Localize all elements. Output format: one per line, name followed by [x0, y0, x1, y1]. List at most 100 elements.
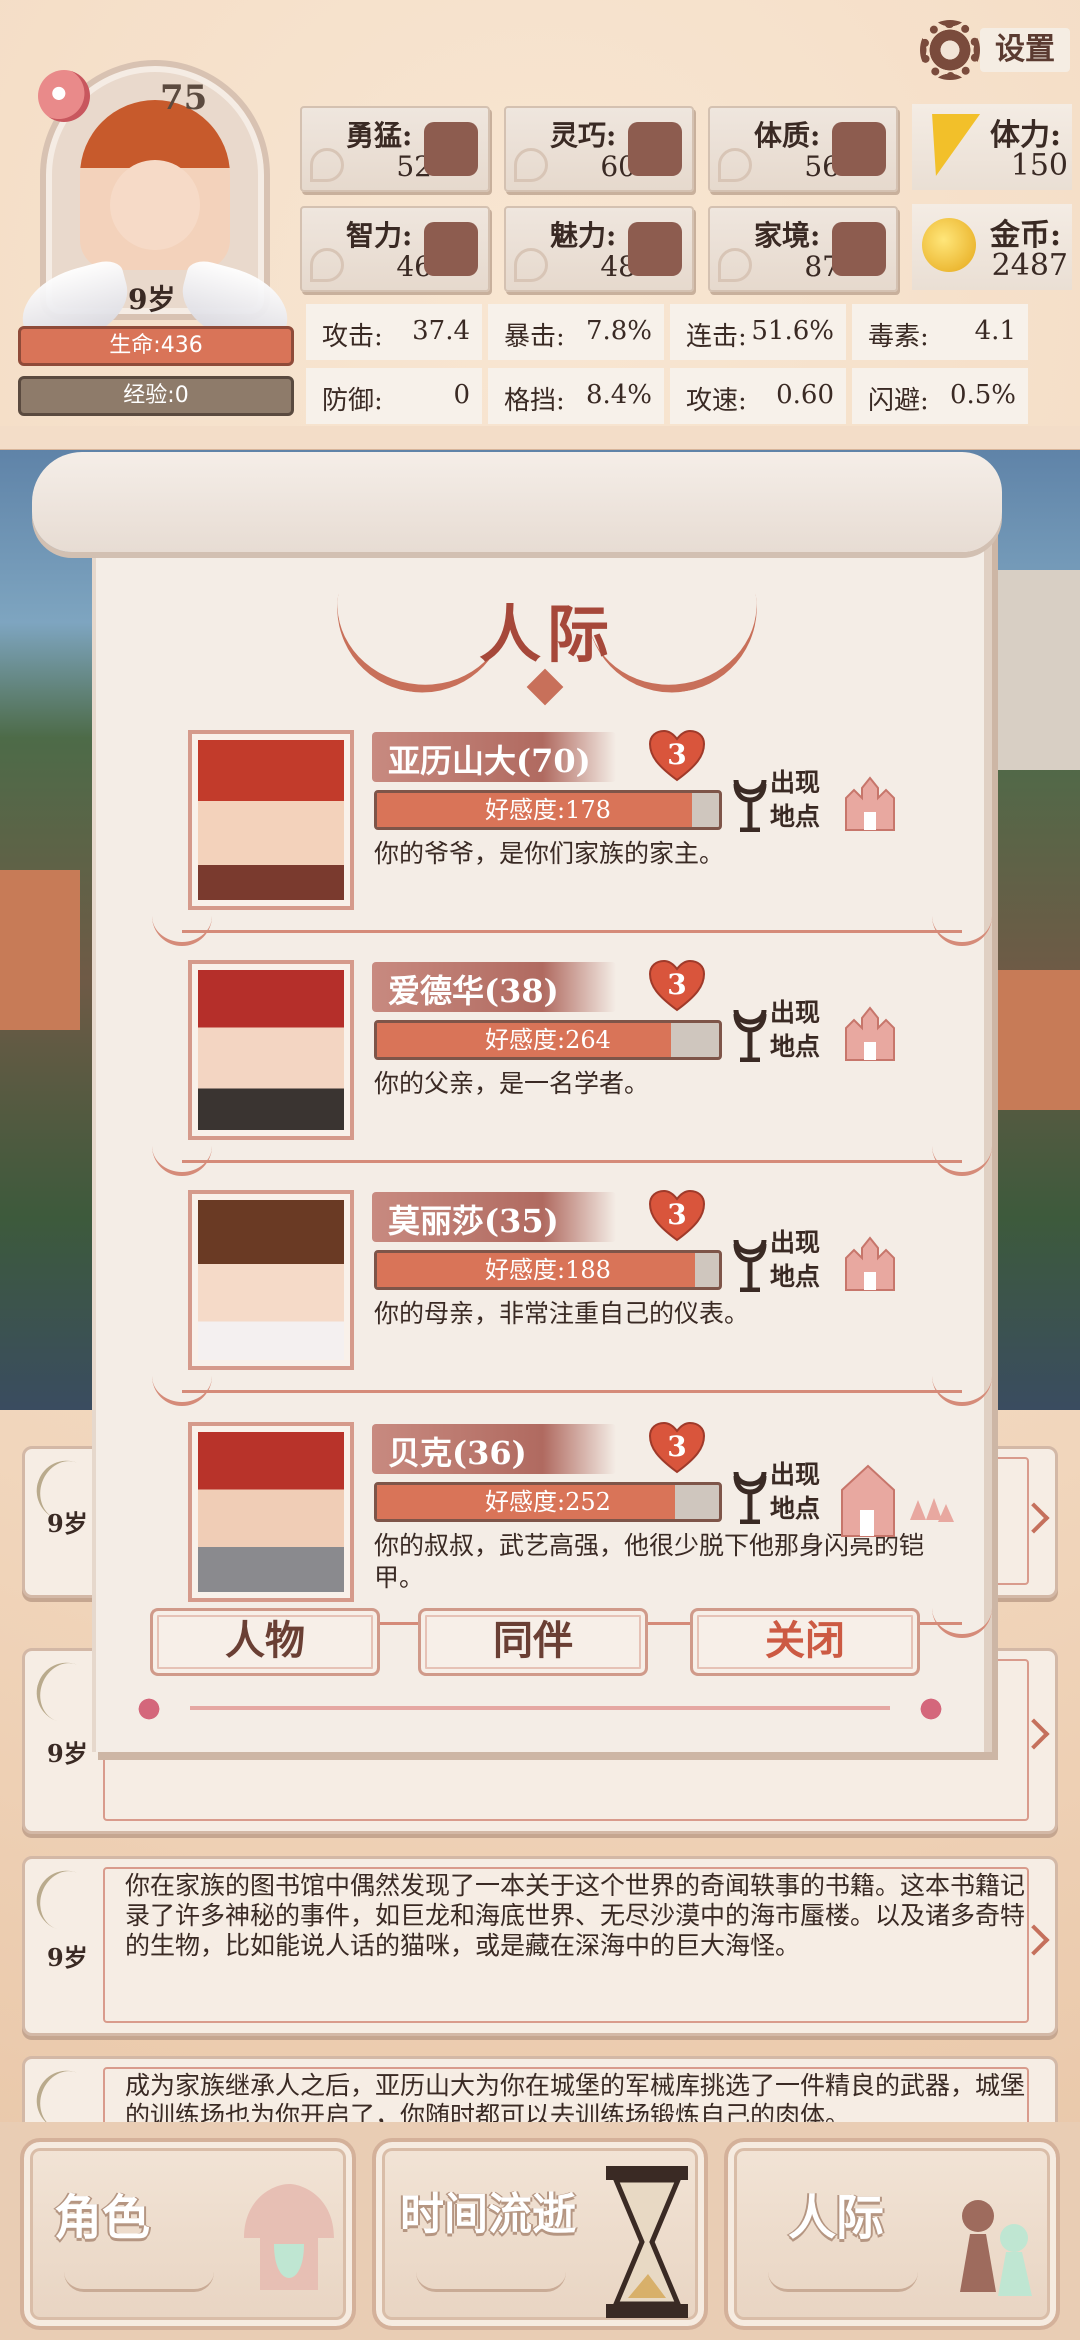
stat-intelligence[interactable]: 智力: 46 [300, 206, 490, 292]
combat-stat-value: 4.1 [974, 316, 1016, 346]
stat-name: 家境: [754, 219, 821, 252]
favor-text: 好感度:188 [485, 1256, 611, 1284]
location-label-line1: 出现 [770, 768, 821, 797]
character-name: 亚历山大(70) [388, 742, 591, 780]
combat-stat: 格挡: 8.4% [488, 368, 664, 424]
stat-value: 48 [600, 250, 636, 283]
heart-level: 3 [667, 968, 687, 1001]
player-age: 9岁 [128, 283, 176, 316]
stat-constitution[interactable]: 体质: 56 [708, 106, 898, 192]
favor-text: 好感度:178 [485, 796, 611, 824]
heart-level: 3 [667, 1198, 687, 1231]
combat-stat-value: 0.5% [949, 380, 1016, 410]
castle-icon[interactable] [842, 1004, 898, 1062]
resource-value: 150 [1010, 148, 1068, 183]
character-button[interactable]: 人物 [150, 1608, 380, 1676]
stat-name: 勇猛: [346, 119, 413, 152]
character-portrait [198, 740, 344, 900]
combat-stat-name: 防御: [322, 386, 383, 416]
combat-stats-grid: 攻击: 37.4 暴击: 7.8% 连击: 51.6% 毒素: 4.1 防御: 0 格挡:… [306, 304, 1080, 430]
settings-button[interactable]: 设置 [920, 20, 1070, 80]
combat-stat-value: 0.60 [776, 380, 834, 410]
location-pin-icon [733, 1471, 767, 1524]
combat-stat: 连击: 51.6% [670, 304, 846, 360]
entry-separator [152, 1146, 992, 1176]
stamina-display: 体力: 150 [911, 104, 1072, 190]
character-name: 贝克(36) [388, 1434, 527, 1472]
nav-character-button[interactable]: 角色 [20, 2138, 356, 2330]
player-level: 75 [160, 78, 208, 118]
heart-level: 3 [667, 1430, 687, 1463]
stat-charm[interactable]: 魅力: 48 [504, 206, 694, 292]
combat-stat-value: 8.4% [585, 380, 652, 410]
location-label: 出现 地点 [770, 1226, 830, 1294]
swirl-decoration [310, 248, 344, 282]
character-bust-icon [244, 2184, 334, 2290]
location-label-line1: 出现 [770, 1228, 821, 1257]
location-pin-icon [733, 779, 767, 832]
nav-relationships-button[interactable]: 人际 [724, 2138, 1060, 2330]
favor-bar: 好感度:188 [374, 1250, 722, 1290]
exp-bar: 经验:0 [18, 376, 294, 416]
combat-stat-name: 毒素: [868, 322, 929, 352]
separator-line [182, 1160, 962, 1163]
stat-bravery[interactable]: 勇猛: 52 [300, 106, 490, 192]
stat-agility[interactable]: 灵巧: 60 [504, 106, 694, 192]
heart-level: 3 [667, 738, 687, 771]
companion-button[interactable]: 同伴 [418, 1608, 648, 1676]
location-label-line2: 地点 [770, 1262, 821, 1291]
castle-icon[interactable] [842, 774, 898, 832]
separator-curl [932, 1376, 992, 1406]
player-header: 75 9岁 生命:436 经验:0 设置 勇猛: 52 灵巧: 60 体质: 5… [0, 0, 1080, 440]
heart-icon: 3 [648, 1189, 706, 1242]
swirl-decoration [310, 148, 344, 182]
ribbon-decoration [130, 1688, 950, 1728]
flower-icon [912, 1692, 950, 1726]
favor-bar: 好感度:178 [374, 790, 722, 830]
hourglass-icon [606, 2166, 688, 2318]
spirit-icon [38, 70, 90, 122]
brain-icon [424, 222, 478, 276]
swirl-decoration [718, 248, 752, 282]
stat-value: 87 [804, 250, 840, 283]
character-name: 莫丽莎(35) [388, 1202, 559, 1240]
combat-stat-value: 0 [453, 380, 470, 410]
portrait-frame [188, 730, 354, 910]
log-entry-text: 你在家族的图书馆中偶然发现了一本关于这个世界的奇闻轶事的书籍。这本书籍记录了许多… [125, 1871, 1026, 1960]
stat-value: 52 [396, 150, 432, 183]
nav-decoration [416, 2272, 566, 2292]
combat-stat: 攻击: 37.4 [306, 304, 482, 360]
separator-line [182, 1390, 962, 1393]
separator-curl [932, 1146, 992, 1176]
nav-time-button[interactable]: 时间流逝 [372, 2138, 708, 2330]
log-entry[interactable]: 9岁 你在家族的图书馆中偶然发现了一本关于这个世界的奇闻轶事的书籍。这本书籍记录… [22, 1856, 1058, 2036]
combat-stat-value: 37.4 [412, 316, 470, 346]
relationship-entry[interactable]: 亚历山大(70) 3 好感度:178 你的爷爷，是你们家族的家主。 出现 地点 [152, 729, 992, 952]
combat-stat: 毒素: 4.1 [852, 304, 1028, 360]
ribbon-line [190, 1706, 890, 1710]
favor-text: 好感度:264 [485, 1026, 611, 1054]
castle-icon[interactable] [842, 1234, 898, 1292]
nav-label: 时间流逝 [400, 2189, 576, 2240]
location-label-line2: 地点 [770, 802, 821, 831]
heart-icon: 3 [648, 1421, 706, 1474]
entry-separator [152, 916, 992, 946]
swirl-decoration [718, 148, 752, 182]
heart-icon: 3 [648, 959, 706, 1012]
resource-value: 2487 [991, 248, 1068, 283]
character-portrait [198, 1200, 344, 1360]
combat-stat-name: 闪避: [868, 386, 929, 416]
stat-family-wealth[interactable]: 家境: 87 [708, 206, 898, 292]
combat-stat-name: 格挡: [504, 386, 565, 416]
relationship-entry[interactable]: 莫丽莎(35) 3 好感度:188 你的母亲，非常注重自己的仪表。 出现 地点 [152, 1189, 992, 1412]
muscle-icon [832, 122, 886, 176]
relationship-entry[interactable]: 爱德华(38) 3 好感度:264 你的父亲，是一名学者。 出现 地点 [152, 959, 992, 1182]
combat-stat-name: 攻速: [686, 386, 747, 416]
house-forest-icon[interactable] [838, 1460, 958, 1540]
close-button[interactable]: 关闭 [690, 1608, 920, 1676]
location-label: 出现 地点 [770, 996, 830, 1064]
header-divider [0, 426, 1080, 452]
cloak-icon [628, 122, 682, 176]
character-portrait [198, 1432, 344, 1592]
flower-icon [130, 1692, 168, 1726]
